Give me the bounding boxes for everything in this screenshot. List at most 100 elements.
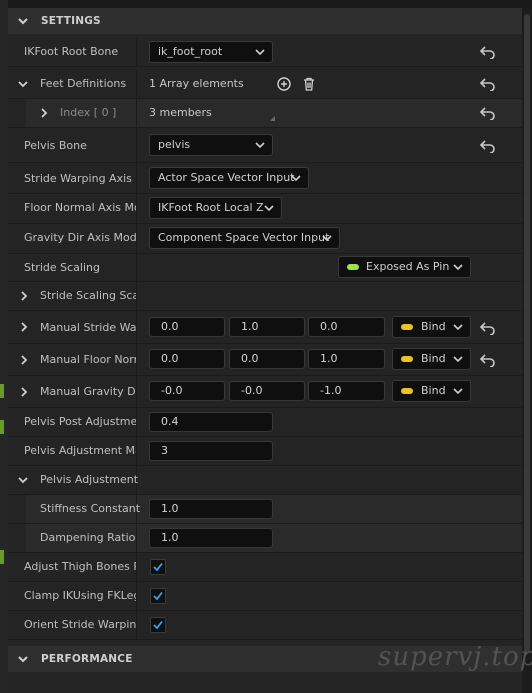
property-row: Stride Warping Axis Mo Actor Space Vecto… — [8, 163, 522, 194]
bind-indicator — [401, 324, 413, 330]
vector-y-input[interactable]: 1.0 — [229, 317, 305, 337]
property-label: Manual Stride Warp — [40, 321, 136, 334]
chevron-down-icon — [453, 388, 463, 395]
property-row: Orient Stride Warping A — [8, 611, 522, 640]
add-element-icon[interactable] — [277, 77, 291, 91]
property-row: Feet Definitions 1 Array elements — [8, 70, 522, 99]
chevron-down-icon[interactable] — [17, 78, 29, 90]
bone-combo[interactable]: pelvis — [149, 134, 273, 156]
chevron-right-icon[interactable] — [18, 290, 30, 302]
chevron-down-icon — [453, 264, 463, 271]
property-row: Adjust Thigh Bones Ro — [8, 553, 522, 582]
pin-indicator — [347, 264, 359, 270]
combo-value: Bind — [421, 320, 446, 333]
vector-y-input[interactable]: -0.0 — [229, 381, 305, 401]
property-row: Stride Scaling Scale — [8, 282, 522, 311]
property-label: Pelvis Adjustment Ma — [24, 444, 136, 457]
property-row: IKFoot Root Bone ik_foot_root — [8, 38, 522, 67]
vector-x-input[interactable]: -0.0 — [149, 381, 225, 401]
checkbox[interactable] — [150, 617, 166, 633]
float-input[interactable]: 1.0 — [149, 528, 273, 548]
property-label: Manual Floor Norm — [40, 353, 136, 366]
array-count: 1 Array elements — [149, 77, 244, 90]
vector-z-input[interactable]: 1.0 — [308, 349, 385, 369]
chevron-down-icon — [291, 175, 301, 182]
reset-to-default-icon[interactable] — [480, 321, 496, 335]
bind-indicator — [401, 356, 413, 362]
combo-value: ik_foot_root — [158, 45, 223, 58]
int-input[interactable]: 3 — [149, 441, 273, 461]
property-label: Stiffness Constant — [40, 502, 141, 515]
details-panel: SETTINGS IKFoot Root Bone ik_foot_root F… — [8, 8, 522, 693]
property-row: Stride Scaling Exposed As Pin — [8, 254, 522, 282]
property-row: Manual Gravity Dir -0.0 -0.0 -1.0 Bind — [8, 376, 522, 408]
vector-x-input[interactable]: 0.0 — [149, 317, 225, 337]
category-settings-header[interactable]: SETTINGS — [8, 8, 522, 34]
property-label: Adjust Thigh Bones Ro — [24, 560, 136, 573]
checkmark-icon — [153, 620, 163, 630]
property-row: Stiffness Constant 1.0 — [8, 495, 522, 524]
property-label: IKFoot Root Bone — [24, 45, 119, 58]
trash-icon[interactable] — [302, 77, 316, 91]
category-title: SETTINGS — [41, 15, 101, 27]
property-label: Index [ 0 ] — [60, 106, 117, 119]
property-label: Pelvis Post Adjustmer — [24, 415, 136, 428]
axis-mode-combo[interactable]: Actor Space Vector Input — [149, 167, 309, 189]
bone-combo[interactable]: ik_foot_root — [149, 41, 273, 63]
vector-y-input[interactable]: 0.0 — [229, 349, 305, 369]
combo-value: IKFoot Root Local Z — [158, 201, 264, 214]
bind-indicator — [401, 388, 413, 394]
combo-value: Actor Space Vector Input — [158, 171, 295, 184]
property-label: Floor Normal Axis Moc — [24, 201, 136, 214]
vector-z-input[interactable]: -1.0 — [308, 381, 385, 401]
struct-member-count: 3 members — [149, 106, 212, 119]
checkbox[interactable] — [150, 588, 166, 604]
vector-x-input[interactable]: 0.0 — [149, 349, 225, 369]
vertical-scrollbar[interactable] — [522, 8, 532, 693]
property-label: Manual Gravity Dir — [40, 385, 136, 398]
pin-option-combo[interactable]: Exposed As Pin — [338, 256, 471, 278]
resize-grip-icon[interactable] — [270, 116, 275, 121]
property-row: Pelvis Adjustment Ma 3 — [8, 437, 522, 466]
chevron-down-icon — [255, 142, 265, 149]
bind-combo[interactable]: Bind — [392, 348, 471, 370]
reset-to-default-icon[interactable] — [480, 353, 496, 367]
chevron-right-icon[interactable] — [18, 386, 30, 398]
chevron-right-icon[interactable] — [18, 354, 30, 366]
property-row: Manual Stride Warp 0.0 1.0 0.0 Bind — [8, 311, 522, 344]
reset-to-default-icon[interactable] — [480, 106, 496, 120]
combo-value: pelvis — [158, 138, 191, 151]
chevron-down-icon — [322, 235, 332, 242]
chevron-right-icon[interactable] — [18, 321, 30, 333]
property-row: Manual Floor Norm 0.0 0.0 1.0 Bind — [8, 344, 522, 376]
property-row: Pelvis Post Adjustmer 0.4 — [8, 408, 522, 437]
scrollbar-thumb[interactable] — [524, 14, 530, 654]
property-row: Pelvis Bone pelvis — [8, 128, 522, 163]
bind-combo[interactable]: Bind — [392, 380, 471, 402]
chevron-down-icon[interactable] — [17, 474, 29, 486]
bind-combo[interactable]: Bind — [392, 316, 471, 338]
float-input[interactable]: 1.0 — [149, 499, 273, 519]
reset-to-default-icon[interactable] — [480, 45, 496, 59]
combo-value: Exposed As Pin — [366, 260, 450, 273]
property-label: Gravity Dir Axis Mode — [24, 231, 136, 244]
combo-value: Component Space Vector Input — [158, 231, 330, 244]
reset-to-default-icon[interactable] — [480, 77, 496, 91]
combo-value: Bind — [421, 352, 446, 365]
checkbox[interactable] — [150, 559, 166, 575]
watermark: supervj.top — [378, 642, 532, 672]
vector-z-input[interactable]: 0.0 — [308, 317, 385, 337]
chevron-down-icon — [264, 205, 274, 212]
chevron-down-icon — [453, 356, 463, 363]
property-label: Dampening Ratio — [40, 531, 136, 544]
axis-mode-combo[interactable]: IKFoot Root Local Z — [149, 197, 282, 219]
property-label: Orient Stride Warping A — [24, 618, 136, 631]
axis-mode-combo[interactable]: Component Space Vector Input — [149, 227, 340, 249]
property-label: Feet Definitions — [40, 77, 127, 90]
reset-to-default-icon[interactable] — [480, 139, 496, 153]
chevron-right-icon[interactable] — [38, 107, 50, 119]
property-label: Stride Scaling — [24, 261, 100, 274]
property-row: Dampening Ratio 1.0 — [8, 524, 522, 553]
float-input[interactable]: 0.4 — [149, 412, 273, 432]
property-label: Stride Scaling Scale — [40, 289, 136, 302]
